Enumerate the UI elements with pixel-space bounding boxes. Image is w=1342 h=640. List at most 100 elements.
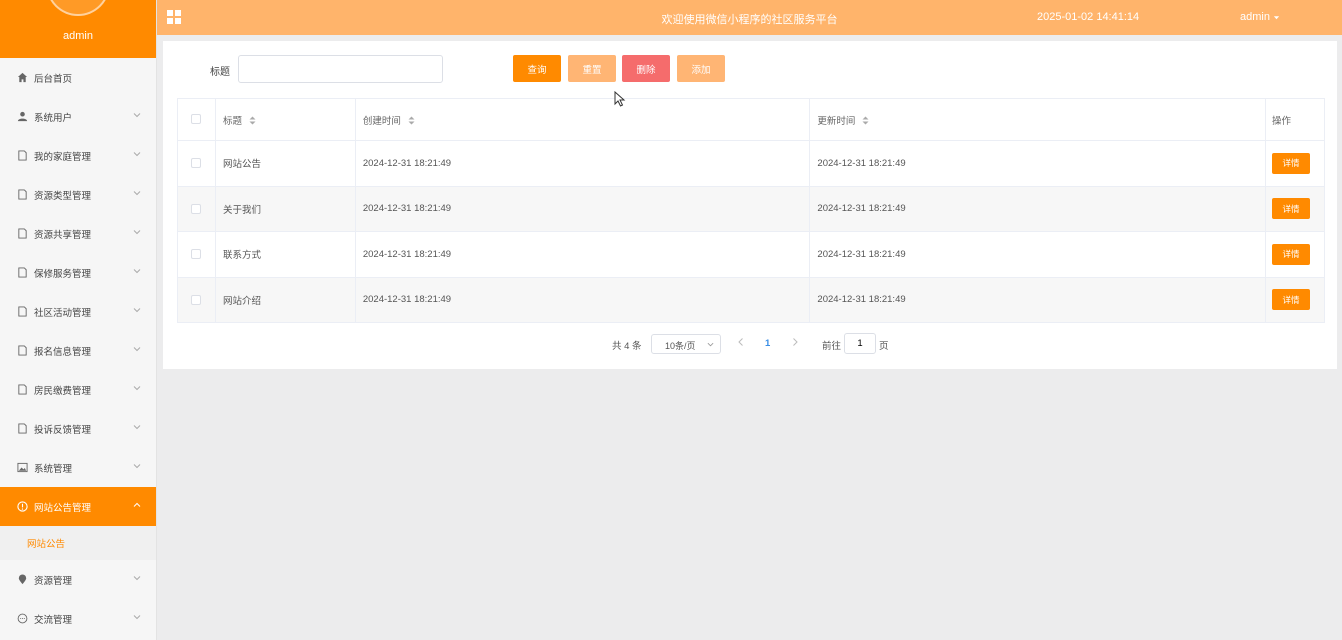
row-checkbox[interactable] bbox=[191, 158, 202, 169]
page-size-select[interactable]: 10条/页 bbox=[651, 334, 721, 354]
sidebar-item-activity[interactable]: 社区活动管理 bbox=[0, 292, 156, 331]
sidebar-item-resource[interactable]: 资源管理 bbox=[0, 560, 156, 599]
sidebar-item-complaint[interactable]: 投诉反馈管理 bbox=[0, 409, 156, 448]
ops-cell: 详情 bbox=[1265, 140, 1325, 187]
goto-page-input[interactable] bbox=[844, 333, 876, 354]
column-header-created[interactable]: 创建时间 bbox=[355, 98, 811, 141]
sort-icon[interactable] bbox=[408, 116, 415, 125]
mouse-cursor-icon bbox=[614, 91, 626, 107]
chevron-down-icon bbox=[133, 386, 141, 391]
sidebar-item-label: 房民缴费管理 bbox=[34, 385, 92, 397]
sort-icon[interactable] bbox=[862, 116, 869, 125]
sidebar-item-label: 我的家庭管理 bbox=[34, 151, 92, 163]
table-row: 联系方式 2024-12-31 18:21:49 2024-12-31 18:2… bbox=[177, 231, 1325, 278]
delete-button[interactable]: 删除 bbox=[622, 55, 670, 82]
sidebar-item-label: 社区活动管理 bbox=[34, 307, 92, 319]
main-panel: 标题 查询 重置 删除 添加 标题 创建时间 更新时间 操作 网站公告 2024… bbox=[163, 41, 1337, 369]
check-cell bbox=[177, 231, 216, 278]
document-icon bbox=[17, 150, 28, 161]
sidebar: admin 后台首页 系统用户 我的家庭管理 资源类型管理 资源共享管理 保修服… bbox=[0, 0, 157, 640]
sidebar-item-system[interactable]: 系统管理 bbox=[0, 448, 156, 487]
sidebar-item-communication[interactable]: 交流管理 bbox=[0, 599, 156, 638]
sidebar-item-system-users[interactable]: 系统用户 bbox=[0, 97, 156, 136]
chevron-down-icon bbox=[133, 191, 141, 196]
next-page-icon[interactable] bbox=[790, 337, 800, 347]
sidebar-item-label: 交流管理 bbox=[34, 614, 73, 626]
document-icon bbox=[17, 228, 28, 239]
table-row: 关于我们 2024-12-31 18:21:49 2024-12-31 18:2… bbox=[177, 186, 1325, 232]
sidebar-subitem-notice[interactable]: 网站公告 bbox=[0, 526, 156, 560]
check-cell bbox=[177, 140, 216, 187]
document-icon bbox=[17, 384, 28, 395]
chevron-down-icon bbox=[707, 342, 714, 347]
user-dropdown-label: admin bbox=[1240, 11, 1270, 23]
table-row: 网站介绍 2024-12-31 18:21:49 2024-12-31 18:2… bbox=[177, 277, 1325, 323]
detail-button[interactable]: 详情 bbox=[1272, 198, 1310, 220]
sidebar-item-payment[interactable]: 房民缴费管理 bbox=[0, 370, 156, 409]
welcome-text: 欢迎使用微信小程序的社区服务平台 bbox=[661, 14, 838, 26]
title-cell: 关于我们 bbox=[215, 186, 356, 232]
created-cell: 2024-12-31 18:21:49 bbox=[355, 231, 811, 278]
chat-icon bbox=[17, 613, 28, 624]
sidebar-item-label: 资源共享管理 bbox=[34, 229, 92, 241]
detail-button[interactable]: 详情 bbox=[1272, 289, 1310, 311]
title-cell: 网站介绍 bbox=[215, 277, 356, 323]
sidebar-item-repair[interactable]: 保修服务管理 bbox=[0, 253, 156, 292]
query-button[interactable]: 查询 bbox=[513, 55, 561, 82]
home-icon bbox=[17, 72, 28, 83]
column-header-ops: 操作 bbox=[1265, 98, 1325, 141]
chevron-down-icon bbox=[133, 308, 141, 313]
select-all-checkbox[interactable] bbox=[191, 114, 202, 125]
column-header-label: 标题 bbox=[222, 115, 242, 127]
row-checkbox[interactable] bbox=[191, 249, 202, 260]
prev-page-icon[interactable] bbox=[736, 337, 746, 347]
reset-button[interactable]: 重置 bbox=[568, 55, 616, 82]
sidebar-item-home[interactable]: 后台首页 bbox=[0, 58, 156, 97]
page-number[interactable]: 1 bbox=[765, 338, 770, 349]
created-cell: 2024-12-31 18:21:49 bbox=[355, 277, 811, 323]
sidebar-item-signup[interactable]: 报名信息管理 bbox=[0, 331, 156, 370]
title-cell: 联系方式 bbox=[215, 231, 356, 278]
chevron-down-icon bbox=[133, 269, 141, 274]
picture-icon bbox=[17, 462, 28, 473]
location-icon bbox=[17, 574, 28, 585]
header-check-cell bbox=[177, 98, 216, 141]
document-icon bbox=[17, 267, 28, 278]
updated-cell: 2024-12-31 18:21:49 bbox=[809, 277, 1266, 323]
sidebar-item-family[interactable]: 我的家庭管理 bbox=[0, 136, 156, 175]
page-size-value: 10条/页 bbox=[665, 341, 696, 351]
sidebar-subitem-label: 网站公告 bbox=[27, 539, 66, 550]
ops-cell: 详情 bbox=[1265, 231, 1325, 278]
sidebar-item-label: 报名信息管理 bbox=[34, 346, 92, 358]
ops-cell: 详情 bbox=[1265, 186, 1325, 232]
header-datetime: 2025-01-02 14:41:14 bbox=[1037, 11, 1140, 23]
goto-label: 前往 bbox=[822, 341, 842, 352]
document-icon bbox=[17, 189, 28, 200]
sidebar-item-notice[interactable]: 网站公告管理 bbox=[0, 487, 156, 526]
column-header-title[interactable]: 标题 bbox=[215, 98, 356, 141]
sidebar-item-label: 资源管理 bbox=[34, 575, 73, 587]
check-cell bbox=[177, 186, 216, 232]
sidebar-item-resource-share[interactable]: 资源共享管理 bbox=[0, 214, 156, 253]
detail-button[interactable]: 详情 bbox=[1272, 243, 1310, 265]
chevron-up-icon bbox=[133, 502, 141, 507]
user-dropdown[interactable]: admin bbox=[1240, 11, 1280, 23]
sidebar-item-label: 系统用户 bbox=[34, 112, 73, 124]
check-cell bbox=[177, 277, 216, 323]
sidebar-item-resource-type[interactable]: 资源类型管理 bbox=[0, 175, 156, 214]
chevron-down-icon bbox=[133, 425, 141, 430]
column-header-updated[interactable]: 更新时间 bbox=[809, 98, 1266, 141]
detail-button[interactable]: 详情 bbox=[1272, 152, 1310, 174]
row-checkbox[interactable] bbox=[191, 294, 202, 305]
sort-icon[interactable] bbox=[249, 116, 256, 125]
updated-cell: 2024-12-31 18:21:49 bbox=[809, 186, 1266, 232]
document-icon bbox=[17, 345, 28, 356]
add-button[interactable]: 添加 bbox=[677, 55, 725, 82]
row-checkbox[interactable] bbox=[191, 203, 202, 214]
sidebar-item-label: 保修服务管理 bbox=[34, 268, 92, 280]
column-header-label: 更新时间 bbox=[817, 115, 856, 127]
notice-table: 标题 创建时间 更新时间 操作 网站公告 2024-12-31 18:21:49 bbox=[177, 98, 1325, 323]
goto-unit: 页 bbox=[879, 341, 889, 352]
avatar[interactable] bbox=[46, 0, 110, 16]
title-search-input[interactable] bbox=[238, 55, 443, 83]
